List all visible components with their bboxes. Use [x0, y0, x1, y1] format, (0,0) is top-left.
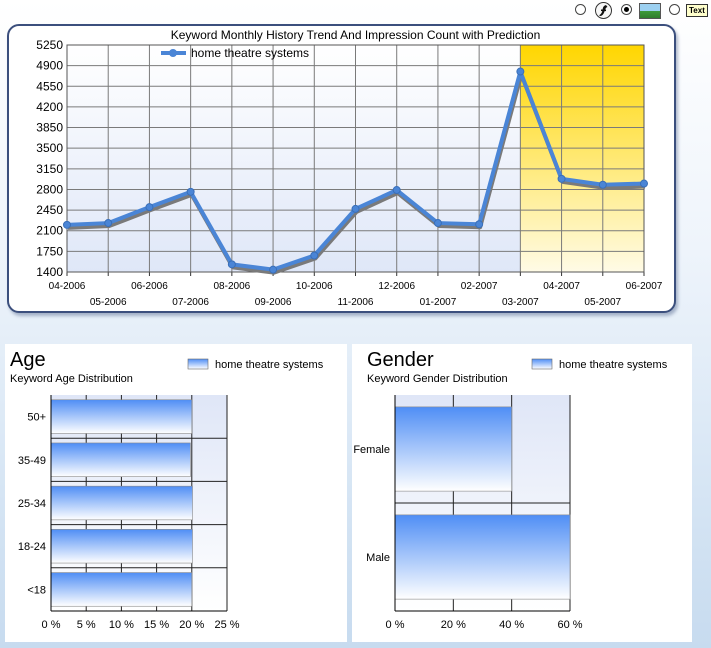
data-point — [640, 179, 648, 188]
legend-label: home theatre systems — [559, 359, 668, 371]
data-point — [516, 67, 525, 76]
legend-swatch — [187, 358, 209, 370]
y-tick-label: 25-34 — [18, 498, 46, 510]
y-tick-label: 3500 — [36, 141, 63, 155]
y-tick-label: 4900 — [36, 59, 63, 73]
legend-swatch — [531, 358, 553, 370]
data-point — [433, 219, 442, 228]
x-tick-label: 20 % — [441, 619, 466, 631]
y-tick-label: 4200 — [36, 100, 63, 114]
x-tick-label: 03-2007 — [502, 297, 539, 308]
bar — [394, 514, 571, 600]
data-point — [351, 204, 360, 213]
y-tick-label: 1750 — [36, 244, 63, 258]
y-tick-label: 2100 — [36, 224, 63, 238]
y-tick-label: 4550 — [36, 79, 63, 93]
data-point — [310, 251, 319, 260]
x-tick-label: 10 % — [109, 619, 134, 631]
legend-label: home theatre systems — [215, 359, 324, 371]
prediction-region — [520, 45, 644, 272]
legend-label: home theatre systems — [191, 46, 309, 60]
y-tick-label: 5250 — [36, 38, 63, 52]
x-tick-label: 05-2007 — [584, 297, 621, 308]
x-tick-label: 08-2006 — [214, 281, 251, 292]
x-tick-label: 40 % — [499, 619, 524, 631]
gender-chart: 0 % 20 % 40 % 60 % Female Male home theatre sy… — [353, 358, 668, 631]
x-tick-label: 07-2006 — [172, 297, 209, 308]
y-tick-label: 3850 — [36, 121, 63, 135]
data-point — [227, 260, 236, 269]
bar — [50, 529, 193, 564]
data-point — [557, 174, 566, 183]
y-tick-label: Female — [353, 444, 390, 456]
data-point — [186, 187, 195, 196]
x-tick-label: 06-2006 — [131, 281, 168, 292]
y-tick-label: Male — [366, 552, 390, 564]
bar — [50, 485, 193, 521]
data-point — [475, 220, 484, 229]
data-point — [598, 180, 607, 189]
data-point — [269, 265, 278, 274]
y-tick-label: <18 — [27, 584, 46, 596]
x-tick-label: 60 % — [557, 619, 582, 631]
y-tick-label: 35-49 — [18, 455, 46, 467]
bar — [50, 442, 191, 477]
age-chart: 0 % 5 % 10 % 15 % 20 % 25 % 50+ 35-49 25-34 18-24… — [18, 358, 324, 631]
x-tick-label: 09-2006 — [255, 297, 292, 308]
y-tick-label: 2800 — [36, 182, 63, 196]
x-tick-label: 11-2006 — [338, 297, 374, 308]
x-tick-label: 04-2006 — [49, 281, 86, 292]
x-tick-label: 05-2006 — [90, 297, 127, 308]
x-tick-label: 02-2007 — [461, 281, 498, 292]
data-point — [63, 220, 71, 229]
x-tick-label: 20 % — [179, 619, 204, 631]
y-tick-label: 3150 — [36, 162, 63, 176]
bar — [50, 572, 193, 607]
x-tick-label: 12-2006 — [378, 281, 415, 292]
x-tick-label: 25 % — [214, 619, 239, 631]
data-point — [145, 203, 154, 212]
x-tick-label: 5 % — [77, 619, 96, 631]
y-tick-label: 1400 — [36, 265, 63, 279]
y-tick-label: 2450 — [36, 203, 63, 217]
x-tick-label: 06-2007 — [626, 281, 663, 292]
x-tick-label: 10-2006 — [296, 281, 333, 292]
y-tick-label: 50+ — [27, 412, 46, 424]
x-tick-label: 15 % — [144, 619, 169, 631]
bar — [394, 406, 512, 492]
bar — [50, 399, 193, 434]
y-tick-label: 18-24 — [18, 541, 46, 553]
trend-chart: 5250 4900 4550 4200 3850 3500 3150 2800 2450 2100… — [36, 28, 663, 308]
legend-marker — [169, 49, 177, 57]
data-point — [392, 186, 401, 195]
x-tick-label: 0 % — [42, 619, 61, 631]
trend-chart-title: Keyword Monthly History Trend And Impres… — [171, 28, 541, 42]
x-tick-label: 01-2007 — [420, 297, 457, 308]
x-tick-label: 04-2007 — [543, 281, 580, 292]
x-tick-label: 0 % — [386, 619, 405, 631]
data-point — [104, 219, 113, 228]
